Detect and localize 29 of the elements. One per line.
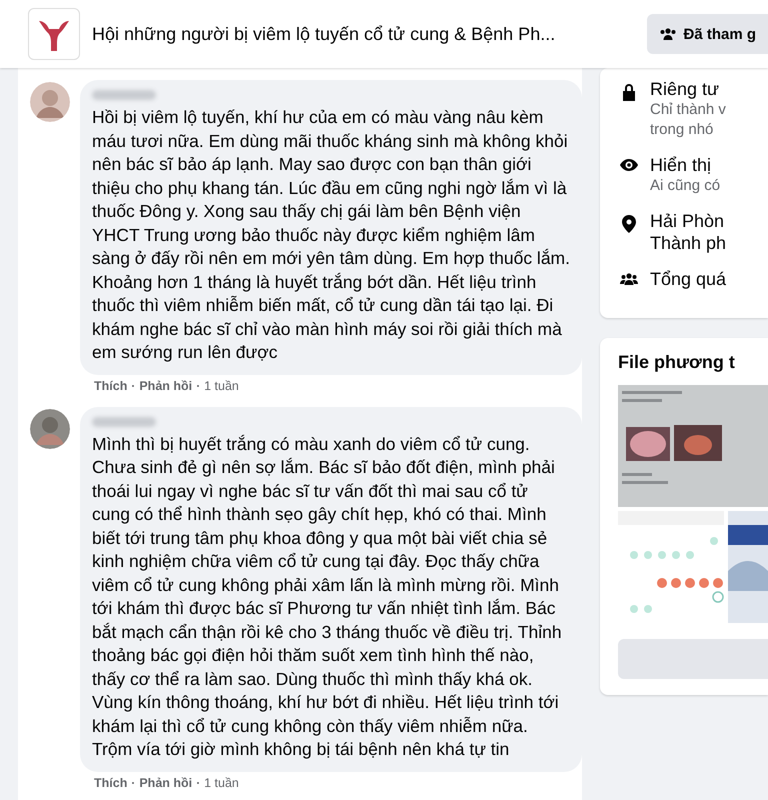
people-icon bbox=[659, 28, 678, 40]
comment-time: 1 tuần bbox=[204, 378, 239, 392]
about-description: trong nhó bbox=[650, 120, 714, 140]
about-title: Thành ph bbox=[650, 232, 726, 254]
like-link[interactable]: Thích bbox=[94, 378, 128, 392]
comment-text: Mình thì bị huyết trắng có màu xanh do viêm cổ tử cung. Chưa sinh đẻ gì nên sợ lắm. Bác sĩ bảo đốt điện, mình phải thoái lui ngay vì nghe bác sĩ tư vấn đốt thì mai sau cổ tử cung có thể hình thành sẹo gây chít hẹp, khó có thai. Mình biết tới trung tâm phụ khoa đông y qua một bài viết chia sẻ kinh nghiệm chữa viêm cổ tử cung tại đây. Đọc thấy chữa viêm cổ tử cung không phải xâm lấn là mình mừng rồi. Mình tới khám thì được bác sĩ Phương tư vấn nhiệt tình lắm. Bác bắt mạch cẩn thận rồi kê cho 3 tháng thuốc về điều trị. Thỉnh thoảng bác gọi điện hỏi thăm suốt xem tình hình thế nào, thấy cơ thể ra làm sao. Dùng thuốc thì mình thấy khá ok. Vùng kín thông thoáng, khí hư bớt đi nhiều. Hết liệu trình tới khám lại thì cổ tử cung không còn thấy viêm nhiễm nữa. Trộm vía tới giờ mình không bị tái bệnh nên khá tự tin bbox=[92, 432, 563, 761]
group-title: Hội những người bị viêm lộ tuyến cổ tử cung & Bệnh Ph... bbox=[92, 24, 556, 44]
avatar[interactable] bbox=[30, 408, 70, 448]
about-title: Tổng quá bbox=[650, 268, 726, 290]
about-description: Ai cũng có bbox=[650, 176, 720, 196]
about-title: Riêng tư bbox=[650, 78, 720, 100]
about-title: Hải Phòn bbox=[650, 210, 726, 232]
about-description: Chỉ thành v bbox=[650, 100, 726, 120]
comment-text: Hồi bị viêm lộ tuyến, khí hư của em có màu vàng nâu kèm máu tươi nữa. Em dùng mãi thuốc kháng sinh mà không khỏi nên bác sĩ bảo áp lạnh. May sao được con bạn thân giới thiệu cho phụ khang tán. Lúc đầu em cũng nghi ngờ lắm vì là thuốc Đông y. Xong sau thấy chị gái làm bên Bệnh viện YHCT Trung ương bảo thuốc này được kiểm nghiệm lâm sàng ở đấy rồi nên em mới yên tâm dùng. Em hợp thuốc lắm. Khoảng hơn 1 tháng là huyết trắng bớt dần. Hết liệu trình thuốc thì viêm nhiễm biến mất, cổ tử cung dần tái tạo lại. Đi khám nghe bác sĩ chỉ vào màn hình máy soi rồi giải thích mà em sướng run lên được bbox=[92, 106, 570, 364]
eye-icon bbox=[620, 159, 638, 171]
joined-button[interactable]: Đã tham g bbox=[647, 14, 768, 54]
group-logo[interactable] bbox=[28, 8, 80, 60]
about-title: Hiển thị bbox=[650, 154, 712, 176]
like-link[interactable]: Thích bbox=[94, 776, 128, 790]
reply-link[interactable]: Phản hồi bbox=[139, 378, 192, 392]
reply-link[interactable]: Phản hồi bbox=[139, 776, 192, 790]
blurred-name bbox=[92, 416, 156, 426]
people-icon bbox=[620, 273, 638, 285]
media-title: File phương t bbox=[618, 352, 736, 373]
blurred-name bbox=[92, 90, 156, 100]
location-pin-icon bbox=[622, 215, 636, 233]
avatar[interactable] bbox=[30, 82, 70, 122]
comment-time: 1 tuần bbox=[204, 776, 239, 790]
lock-icon bbox=[621, 83, 637, 101]
